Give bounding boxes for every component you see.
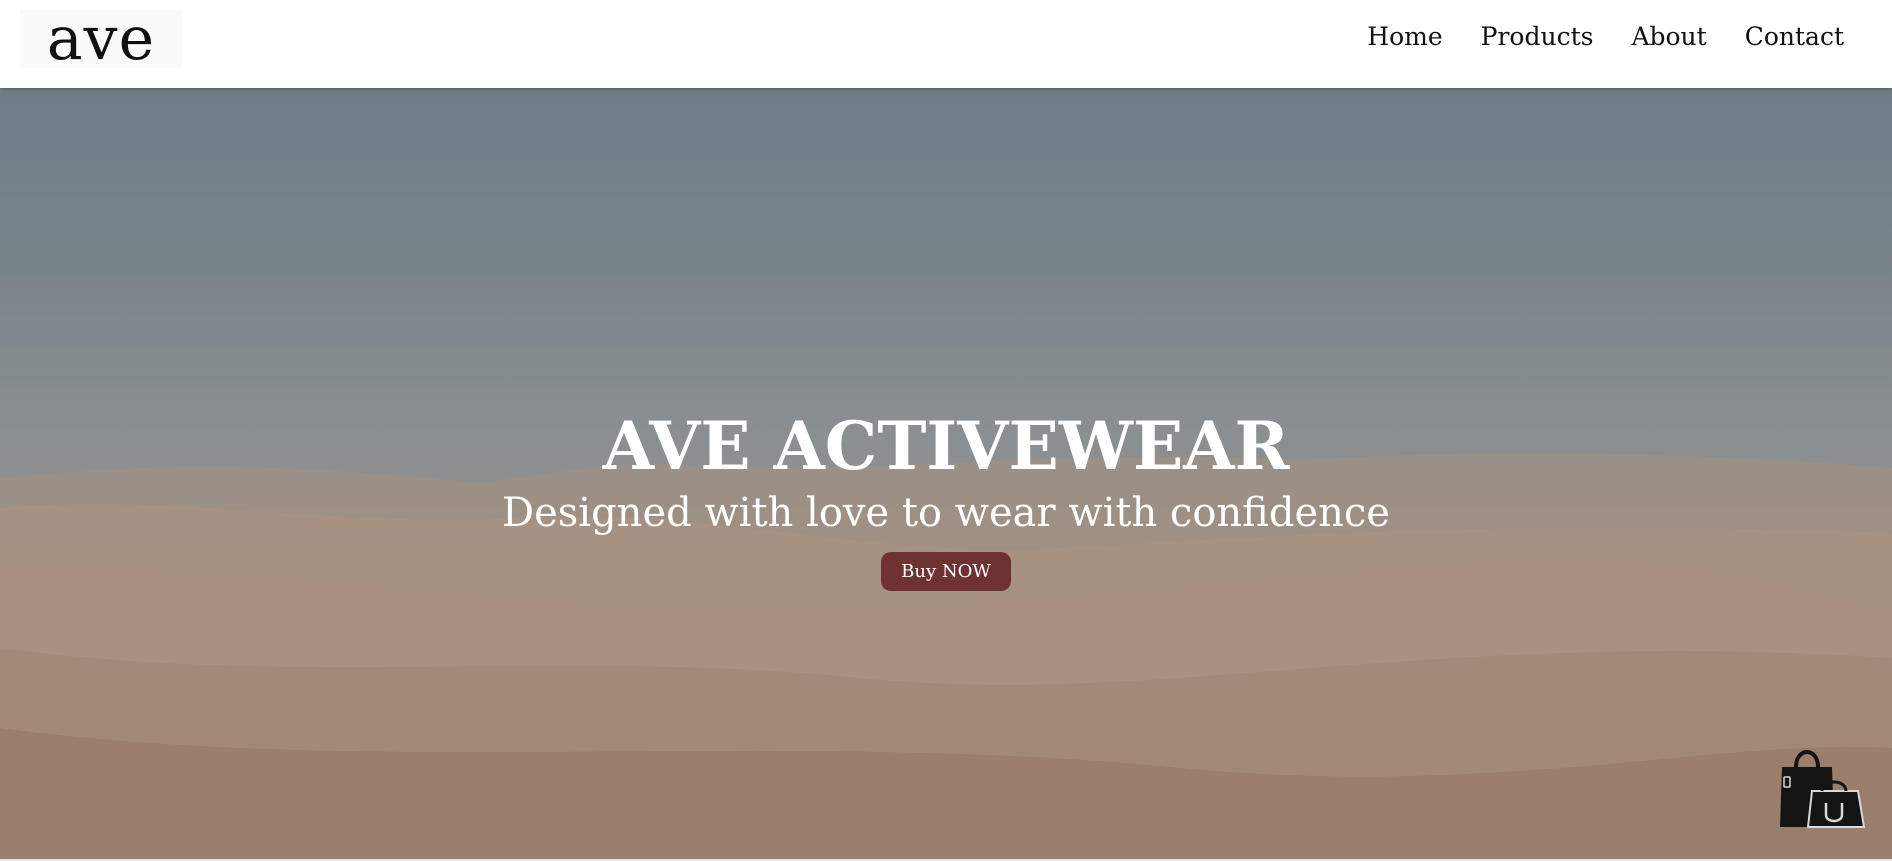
nav-about-link[interactable]: About [1631, 22, 1706, 51]
hero-content: AVE ACTIVEWEAR Designed with love to wea… [0, 406, 1892, 591]
shopping-bags-icon[interactable] [1774, 741, 1866, 831]
nav-products-link[interactable]: Products [1481, 22, 1594, 51]
nav-contact-link[interactable]: Contact [1745, 22, 1844, 51]
buy-now-button[interactable]: Buy NOW [881, 552, 1011, 591]
hero-subtitle: Designed with love to wear with confiden… [502, 490, 1390, 536]
brand-logo[interactable]: ave [20, 9, 182, 69]
hero-banner: AVE ACTIVEWEAR Designed with love to wea… [0, 88, 1892, 859]
site-header: ave Home Products About Contact [0, 0, 1892, 88]
main-nav: Home Products About Contact [1367, 22, 1844, 51]
nav-home-link[interactable]: Home [1367, 22, 1442, 51]
hero-title: AVE ACTIVEWEAR [602, 407, 1290, 485]
